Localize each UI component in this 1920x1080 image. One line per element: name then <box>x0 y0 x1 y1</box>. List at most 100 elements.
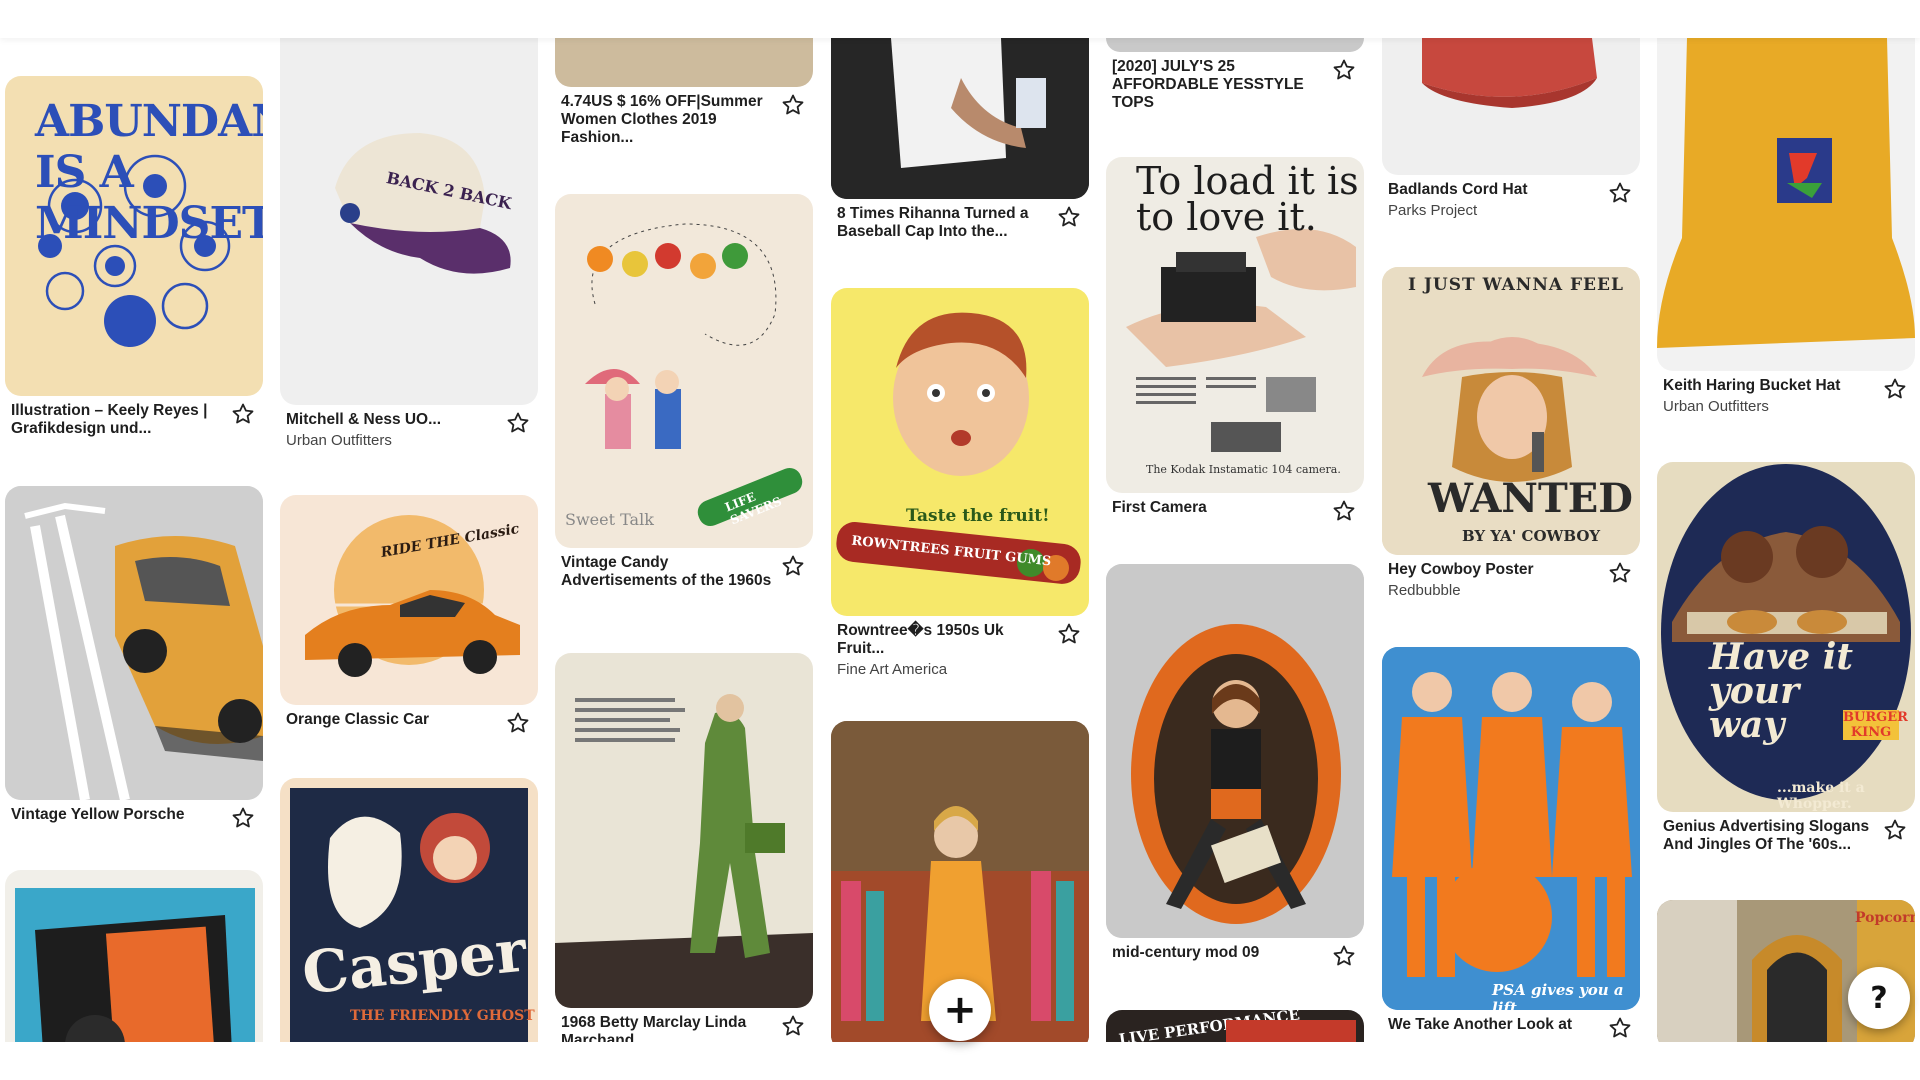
pin-abundance[interactable]: ABUNDANCE IS A MINDSET Illustration – Ke… <box>5 76 263 438</box>
pin-cowboy[interactable]: I JUST WANNA FEEL WANTED BY YA' COWBOY H… <box>1382 267 1640 601</box>
pin-summer[interactable]: 4.74US $ 16% OFF|Summer Women Clothes 20… <box>555 38 813 147</box>
pin-title[interactable]: Genius Advertising Slogans And Jingles O… <box>1663 818 1875 854</box>
cowboy-art-text: I JUST WANNA FEEL <box>1408 275 1624 295</box>
pin-image[interactable]: Taste the fruit! ROWNTREES FRUIT GUMS <box>831 288 1089 616</box>
cap-photo: BACK 2 BACK <box>335 133 514 274</box>
star-icon[interactable] <box>781 93 805 117</box>
pin-casper[interactable]: Casper THE FRIENDLY GHOST <box>280 778 538 1042</box>
pin-image[interactable] <box>1106 38 1364 52</box>
pin-image[interactable] <box>831 38 1089 199</box>
star-icon[interactable] <box>506 711 530 735</box>
pin-first-camera[interactable]: To load it is to love it. The Kodak Inst… <box>1106 157 1364 521</box>
pin-title[interactable]: Vintage Yellow Porsche <box>11 806 223 824</box>
star-icon[interactable] <box>1332 944 1356 968</box>
cowboy-art-subtext: BY YA' COWBOY <box>1462 527 1601 545</box>
rowntree-art-text: Taste the fruit! <box>906 506 1050 526</box>
star-icon[interactable] <box>1608 181 1632 205</box>
burger-art-subtext: ...make it a Whopper. <box>1777 780 1865 812</box>
burger-king-logo: BURGER KING <box>1843 710 1908 740</box>
pin-image[interactable]: Have it your way BURGER KING ...make it … <box>1657 462 1915 812</box>
pin-rowntree[interactable]: Taste the fruit! ROWNTREES FRUIT GUMS Ro… <box>831 288 1089 680</box>
help-button[interactable]: ? <box>1848 967 1910 1029</box>
pin-title[interactable]: Keith Haring Bucket Hat <box>1663 377 1875 395</box>
pin-image[interactable] <box>1657 38 1915 371</box>
plus-icon: + <box>943 987 977 1033</box>
star-icon[interactable] <box>231 806 255 830</box>
kodak-art-subtext: The Kodak Instamatic 104 camera. <box>1146 463 1341 476</box>
pin-image[interactable] <box>5 486 263 800</box>
pin-source[interactable]: Parks Project <box>1388 201 1600 221</box>
psa-art-text: PSA gives you a lift <box>1492 981 1624 1010</box>
pin-image[interactable] <box>1382 38 1640 175</box>
egg-chair-photo <box>1106 564 1364 938</box>
star-icon[interactable] <box>1332 499 1356 523</box>
star-icon[interactable] <box>506 411 530 435</box>
pin-image[interactable]: Sweet Talk LIFE SAVERS <box>555 194 813 548</box>
pin-title[interactable]: We Take Another Look at <box>1388 1016 1600 1034</box>
pin-title[interactable]: Illustration – Keely Reyes | Grafikdesig… <box>11 402 223 438</box>
pin-image[interactable] <box>5 870 263 1042</box>
pin-image[interactable]: To load it is to love it. The Kodak Inst… <box>1106 157 1364 493</box>
pin-classic-car[interactable]: RIDE THE Classic Orange Classic Car <box>280 495 538 733</box>
pin-mitchell[interactable]: BACK 2 BACK Mitchell & Ness UO... Urban … <box>280 38 538 451</box>
pin-title[interactable]: First Camera <box>1112 499 1324 517</box>
pin-another-look[interactable]: PSA gives you a lift We Take Another Loo… <box>1382 647 1640 1038</box>
star-icon[interactable] <box>1883 377 1907 401</box>
pin-image[interactable]: PSA gives you a lift <box>1382 647 1640 1010</box>
pin-title[interactable]: Badlands Cord Hat <box>1388 181 1600 199</box>
pin-title[interactable]: [2020] JULY'S 25 AFFORDABLE YESSTYLE TOP… <box>1112 58 1324 112</box>
pin-title[interactable]: Hey Cowboy Poster <box>1388 561 1600 579</box>
star-icon[interactable] <box>1608 1016 1632 1040</box>
pin-badlands[interactable]: Badlands Cord Hat Parks Project <box>1382 38 1640 221</box>
pin-candy[interactable]: Sweet Talk LIFE SAVERS Vintage Candy Adv… <box>555 194 813 590</box>
pin-title[interactable]: 1968 Betty Marclay Linda Marchand <box>561 1014 773 1042</box>
pin-mod[interactable]: mid-century mod 09 <box>1106 564 1364 966</box>
rihanna-photo <box>831 38 1089 199</box>
star-icon[interactable] <box>781 1014 805 1038</box>
star-icon[interactable] <box>1883 818 1907 842</box>
pin-yesstyle[interactable]: [2020] JULY'S 25 AFFORDABLE YESSTYLE TOP… <box>1106 38 1364 112</box>
pin-source[interactable]: Fine Art America <box>837 660 1049 680</box>
pin-record-player[interactable] <box>5 870 263 1042</box>
pin-image[interactable]: I JUST WANNA FEEL WANTED BY YA' COWBOY <box>1382 267 1640 555</box>
star-icon[interactable] <box>1057 622 1081 646</box>
pin-performance[interactable]: LIVE PERFORMANCE <box>1106 1010 1364 1042</box>
pin-source[interactable]: Urban Outfitters <box>1663 397 1875 417</box>
pin-title[interactable]: Orange Classic Car <box>286 711 498 729</box>
bucket-hat-photo <box>1657 38 1915 348</box>
create-pin-button[interactable]: + <box>929 979 991 1041</box>
pin-title[interactable]: Mitchell & Ness UO... <box>286 411 498 429</box>
star-icon[interactable] <box>1608 561 1632 585</box>
casper-art-subtext: THE FRIENDLY GHOST <box>350 1008 535 1024</box>
pin-image[interactable]: BACK 2 BACK <box>280 38 538 405</box>
pin-porsche[interactable]: Vintage Yellow Porsche <box>5 486 263 828</box>
performance-red-block <box>1226 1020 1356 1042</box>
pin-grid: ABUNDANCE IS A MINDSET Illustration – Ke… <box>0 38 1920 1042</box>
pin-title[interactable]: 8 Times Rihanna Turned a Baseball Cap In… <box>837 205 1049 241</box>
pin-image[interactable] <box>555 38 813 87</box>
star-icon[interactable] <box>781 554 805 578</box>
pin-source[interactable]: Redbubble <box>1388 581 1600 601</box>
pin-title[interactable]: Vintage Candy Advertisements of the 1960… <box>561 554 773 590</box>
pin-genius[interactable]: Have it your way BURGER KING ...make it … <box>1657 462 1915 854</box>
pin-title[interactable]: mid-century mod 09 <box>1112 944 1324 962</box>
abundance-art-text: ABUNDANCE IS A MINDSET <box>35 96 263 249</box>
pin-image[interactable]: RIDE THE Classic <box>280 495 538 705</box>
bottom-edge <box>0 1042 1920 1080</box>
pin-betty[interactable]: 1968 Betty Marclay Linda Marchand <box>555 653 813 1042</box>
record-player-art <box>15 888 255 1042</box>
star-icon[interactable] <box>1332 58 1356 82</box>
pin-image[interactable]: ABUNDANCE IS A MINDSET <box>5 76 263 396</box>
pin-rihanna[interactable]: 8 Times Rihanna Turned a Baseball Cap In… <box>831 38 1089 241</box>
pin-image[interactable]: LIVE PERFORMANCE <box>1106 1010 1364 1042</box>
pin-image[interactable] <box>555 653 813 1008</box>
pin-title[interactable]: Rowntree�s 1950s Uk Fruit... <box>837 622 1049 658</box>
candy-art-text: Sweet Talk <box>565 510 654 529</box>
pin-keith[interactable]: Keith Haring Bucket Hat Urban Outfitters <box>1657 38 1915 417</box>
star-icon[interactable] <box>231 402 255 426</box>
pin-image[interactable] <box>1106 564 1364 938</box>
pin-title[interactable]: 4.74US $ 16% OFF|Summer Women Clothes 20… <box>561 93 773 147</box>
star-icon[interactable] <box>1057 205 1081 229</box>
pin-source[interactable]: Urban Outfitters <box>286 431 498 451</box>
pin-image[interactable]: Casper THE FRIENDLY GHOST <box>280 778 538 1042</box>
